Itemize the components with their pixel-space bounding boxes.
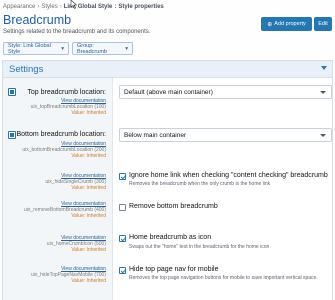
plus-icon: ⊕ (267, 21, 273, 28)
bottom-breadcrumb-location-select[interactable]: Below main container (119, 128, 332, 142)
checkbox-hint: Removes the breadcrumb when the only cru… (129, 181, 271, 187)
value-status: Value: Inherited (71, 110, 106, 116)
ignore-home-link-checkbox[interactable] (119, 173, 126, 180)
chevron-down-icon: ▾ (125, 45, 128, 52)
style-filter-dropdown[interactable]: Style: Link Global Style ▾ (3, 42, 69, 55)
property-type-icon (8, 131, 16, 139)
add-property-button[interactable]: ⊕ Add property (261, 17, 312, 31)
add-property-label: Add property (274, 21, 306, 27)
collapse-caret-icon[interactable] (321, 66, 327, 70)
value-status: Value: Inherited (71, 278, 106, 284)
chevron-down-icon (320, 134, 326, 137)
style-filter-label: Style: Link Global Style (8, 42, 51, 55)
edit-label: Edit (318, 21, 328, 27)
page-title: Breadcrumb (3, 13, 72, 27)
breadcrumb-separator: › (37, 4, 40, 10)
property-label: Top breadcrumb location: (27, 89, 106, 96)
edit-button[interactable]: Edit (314, 17, 332, 31)
checkbox-label[interactable]: Hide top page nav for mobile (129, 266, 219, 273)
value-status: Value: Inherited (71, 185, 106, 191)
checkbox-label[interactable]: Home breadcrumb as icon (129, 234, 211, 241)
settings-panel: Settings Top breadcrumb location: View d… (2, 60, 333, 300)
property-type-icon (8, 88, 16, 96)
settings-panel-header[interactable]: Settings (3, 61, 332, 78)
group-filter-dropdown[interactable]: Group: Breadcrumb ▾ (72, 42, 133, 55)
value-status: Value: Inherited (71, 247, 106, 253)
value-status: Value: Inherited (71, 213, 106, 219)
checkbox-hint: Removes the top page navigation buttons … (129, 275, 318, 281)
page-subtitle: Settings related to the breadcrumb and i… (3, 29, 151, 35)
group-filter-label: Group: Breadcrumb (77, 42, 107, 55)
home-breadcrumb-icon-checkbox[interactable] (119, 235, 126, 242)
breadcrumb: Appearance › Styles › Link Global Style: Styl… (3, 4, 164, 10)
chevron-down-icon (320, 91, 326, 94)
breadcrumb-item-styles[interactable]: Styles (41, 4, 57, 10)
select-value: Default (above main container) (124, 88, 213, 96)
value-status: Value: Inherited (71, 153, 106, 159)
remove-bottom-breadcrumb-checkbox[interactable] (119, 204, 126, 211)
checkbox-hint: Swaps out the "home" text in the breadcr… (129, 244, 270, 250)
property-label: Bottom breadcrumb location: (16, 131, 107, 138)
breadcrumb-item-style-properties[interactable]: Style properties (118, 4, 163, 10)
breadcrumb-separator: : (114, 4, 117, 10)
select-value: Below main container (124, 131, 187, 139)
chevron-down-icon: ▾ (61, 45, 64, 52)
checkbox-label[interactable]: Remove bottom breadcrumb (129, 203, 218, 210)
breadcrumb-item-appearance[interactable]: Appearance (3, 4, 35, 10)
breadcrumb-separator: › (59, 4, 62, 10)
top-breadcrumb-location-select[interactable]: Default (above main container) (119, 85, 332, 99)
settings-panel-title: Settings (9, 64, 44, 75)
hide-top-page-nav-checkbox[interactable] (119, 267, 126, 274)
checkbox-label[interactable]: Ignore home link when checking "content … (129, 172, 328, 179)
mouse-cursor-icon (70, 0, 78, 9)
